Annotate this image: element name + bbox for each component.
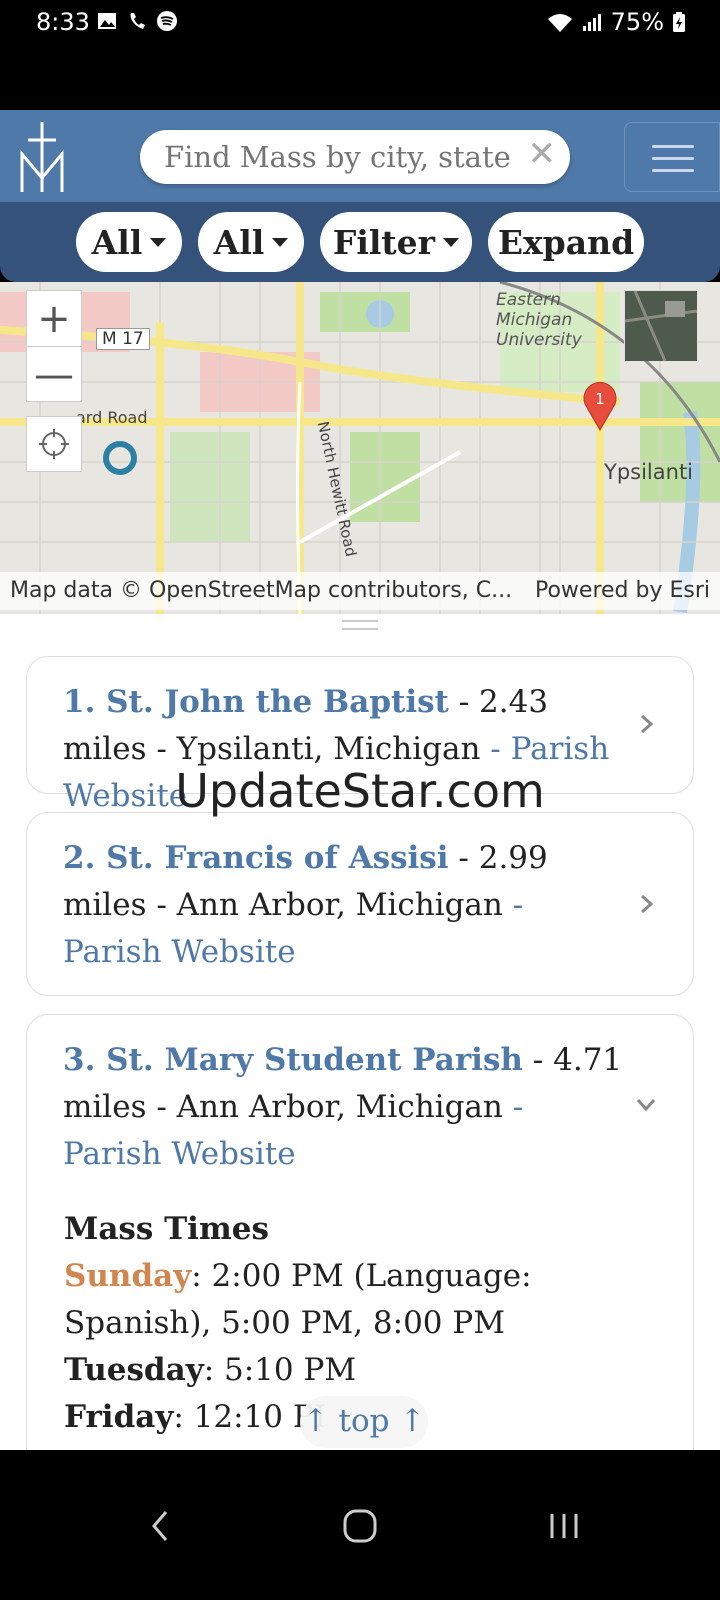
map-label-university-line: University [496, 330, 582, 350]
status-bar: 8:33 75% [0, 0, 720, 46]
parish-name[interactable]: 1. St. John the Baptist [63, 684, 449, 720]
zoom-in-button[interactable]: + [27, 291, 81, 347]
time-filter-dropdown[interactable]: All [198, 212, 304, 272]
filter-dropdown[interactable]: Filter [320, 212, 472, 272]
map-label-university-line: Eastern [496, 290, 561, 310]
system-nav-bar [0, 1450, 720, 1600]
map-pin-icon[interactable]: 1 [580, 378, 620, 434]
search-bar: ✕ [140, 130, 570, 184]
parish-name[interactable]: 2. St. Francis of Assisi [63, 840, 449, 876]
drag-handle-icon[interactable] [342, 620, 378, 630]
chevron-down-icon [272, 237, 289, 247]
result-text: 3. St. Mary Student Parish - 4.71 miles … [63, 1037, 623, 1178]
map-label-road: ard Road [76, 408, 148, 427]
map-attribution: Map data © OpenStreetMap contributors, C… [0, 572, 720, 610]
hamburger-line [652, 169, 694, 172]
map-label-city: Ypsilanti [604, 460, 694, 484]
map-label-university: Eastern Michigan University [496, 290, 582, 350]
powered-by-esri[interactable]: Powered by Esri [535, 578, 710, 603]
satellite-thumbnail [624, 290, 698, 362]
chevron-right-icon[interactable] [635, 713, 657, 735]
map-label-university-line: Michigan [496, 310, 573, 330]
spotify-icon [157, 11, 177, 31]
wifi-icon [547, 14, 572, 32]
hamburger-line [652, 157, 694, 160]
basemap-toggle[interactable] [624, 290, 698, 362]
clear-search-icon[interactable]: ✕ [528, 134, 557, 174]
signal-icon [582, 14, 601, 31]
app-header: ✕ [0, 110, 720, 202]
day-filter-dropdown[interactable]: All [76, 212, 182, 272]
expand-label: Expand [497, 222, 635, 262]
search-input[interactable] [164, 138, 514, 176]
back-icon[interactable] [146, 1508, 176, 1544]
day-label-tuesday: Tuesday [64, 1352, 204, 1388]
day-filter-label: All [91, 222, 143, 262]
battery-icon [673, 12, 685, 32]
parish-location: Ypsilanti, Michigan [176, 731, 481, 767]
zoom-out-button[interactable]: — [27, 347, 81, 403]
user-location-marker [103, 441, 137, 475]
parish-location: Ann Arbor, Michigan [176, 887, 503, 923]
battery-percent: 75% [610, 8, 664, 36]
filter-bar: All All Filter Expand [0, 202, 720, 282]
status-time: 8:33 [36, 8, 90, 36]
chevron-down-icon [150, 237, 167, 247]
recents-icon[interactable] [546, 1508, 582, 1544]
chevron-down-icon[interactable] [635, 1093, 657, 1115]
crosshair-icon [39, 429, 69, 459]
parish-location: Ann Arbor, Michigan [176, 1089, 503, 1125]
chevron-down-icon [443, 237, 460, 247]
pin-number: 1 [595, 390, 605, 408]
menu-button[interactable] [624, 122, 720, 192]
day-label-sunday: Sunday [64, 1258, 192, 1294]
route-shield: M 17 [96, 328, 150, 350]
mass-times-heading: Mass Times [64, 1211, 269, 1247]
watermark-text: UpdateStar.com [175, 764, 545, 818]
time-filter-label: All [213, 222, 265, 262]
attribution-text[interactable]: Map data © OpenStreetMap contributors, C… [10, 578, 512, 603]
results-panel: 1. St. John the Baptist - 2.43 miles - Y… [0, 614, 720, 1450]
home-icon[interactable] [342, 1508, 378, 1544]
result-card[interactable]: 2. St. Francis of Assisi - 2.99 miles - … [26, 812, 694, 996]
chevron-right-icon[interactable] [635, 893, 657, 915]
map[interactable]: Eastern Michigan University M 17 ard Roa… [0, 282, 720, 614]
gallery-icon [98, 13, 116, 29]
expand-button[interactable]: Expand [488, 212, 644, 272]
day-label-friday: Friday [64, 1399, 174, 1435]
tuesday-times: : 5:10 PM [203, 1352, 357, 1388]
back-to-top-button[interactable]: ↑ top ↑ [300, 1396, 428, 1448]
mass-times-logo[interactable] [16, 118, 72, 198]
filter-label: Filter [332, 222, 436, 262]
wifi-call-icon [130, 13, 145, 29]
hamburger-icon [652, 145, 694, 148]
zoom-control: + — [26, 290, 82, 402]
parish-name[interactable]: 3. St. Mary Student Parish [63, 1042, 523, 1078]
result-text: 2. St. Francis of Assisi - 2.99 miles - … [63, 835, 623, 976]
locate-button[interactable] [26, 416, 82, 472]
